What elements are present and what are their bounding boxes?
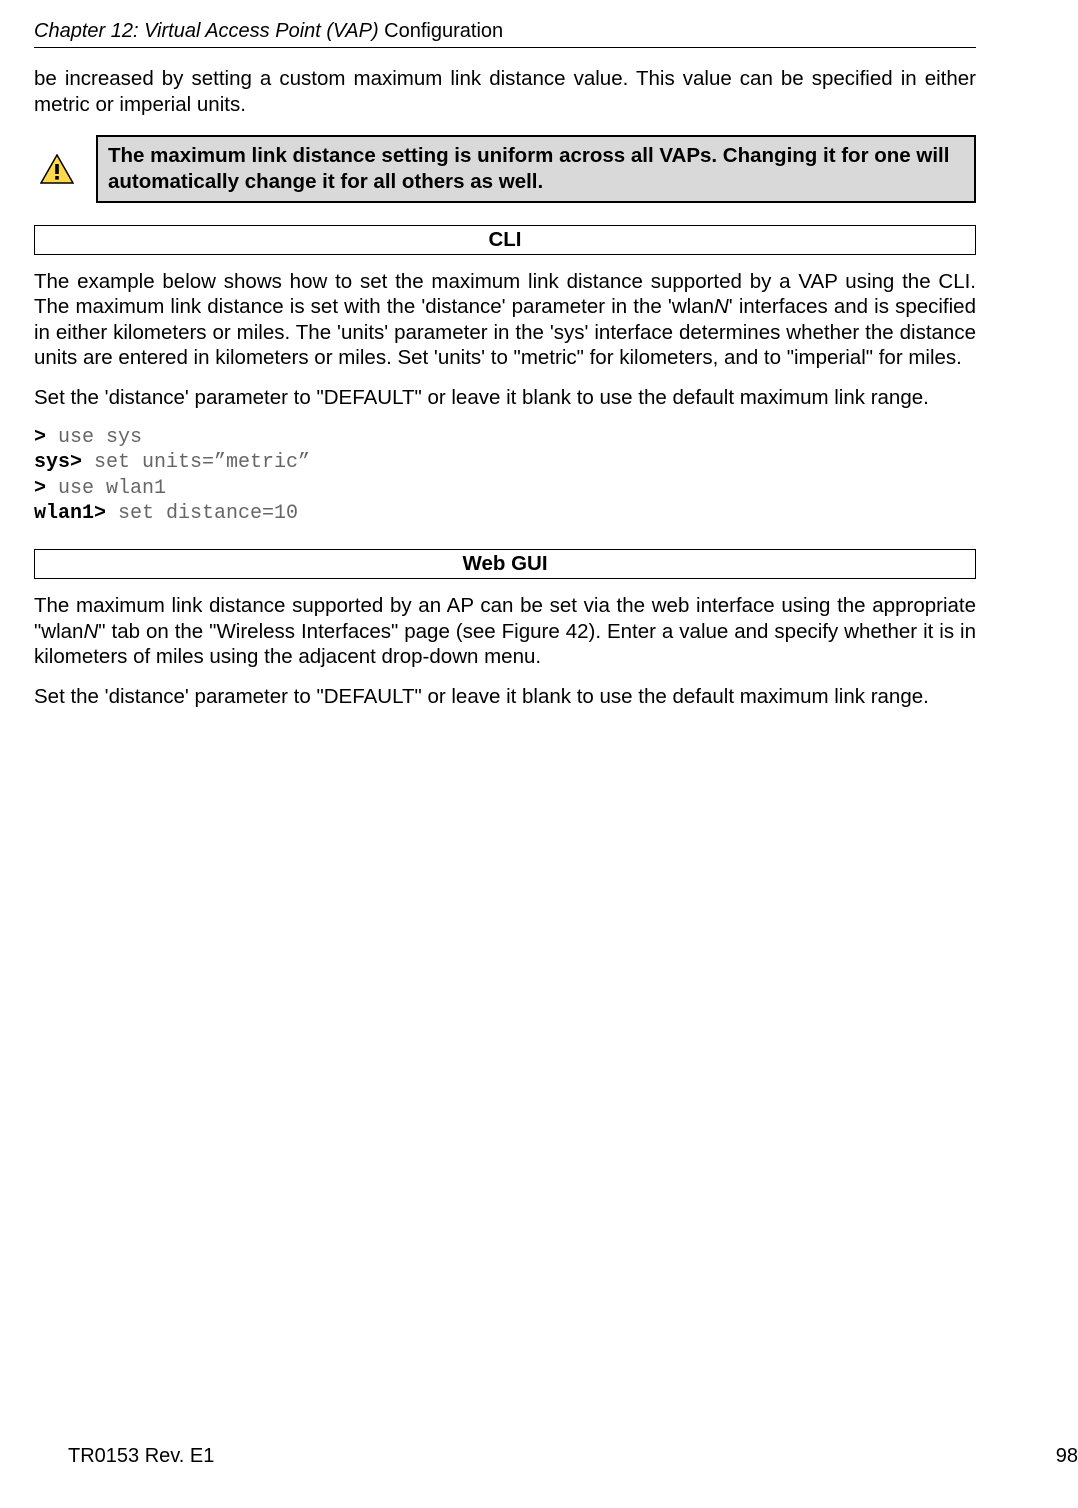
page-header: Chapter 12: Virtual Access Point (VAP) C… [34, 20, 976, 48]
webgui-section-heading: Web GUI [34, 549, 976, 579]
cli-line-4: wlan1> set distance=10 [34, 501, 976, 527]
chapter-title-normal: Configuration [384, 20, 503, 42]
cli-command: set units=”metric” [94, 451, 310, 474]
cli-paragraph-1: The example below shows how to set the m… [34, 269, 976, 372]
cli-prompt: > [34, 477, 58, 500]
page-container: Chapter 12: Virtual Access Point (VAP) C… [34, 20, 976, 1488]
webgui-p1-b: " tab on the "Wireless Interfaces" page … [34, 620, 976, 669]
webgui-paragraph-1: The maximum link distance supported by a… [34, 593, 976, 670]
cli-section-heading: CLI [34, 225, 976, 255]
cli-command: use wlan1 [58, 477, 166, 500]
cli-prompt: > [34, 426, 58, 449]
cli-command: use sys [58, 426, 142, 449]
cli-p1-n: N [714, 295, 729, 318]
cli-paragraph-2: Set the 'distance' parameter to "DEFAULT… [34, 385, 976, 411]
warning-icon [34, 154, 80, 184]
page-footer: TR0153 Rev. E1 98 [68, 1445, 1078, 1468]
webgui-paragraph-2: Set the 'distance' parameter to "DEFAULT… [34, 684, 976, 710]
intro-paragraph: be increased by setting a custom maximum… [34, 66, 976, 117]
cli-line-3: > use wlan1 [34, 476, 976, 502]
chapter-title-italic: Chapter 12: Virtual Access Point (VAP) [34, 20, 384, 42]
cli-prompt: sys> [34, 451, 94, 474]
doc-revision: TR0153 Rev. E1 [68, 1445, 214, 1468]
webgui-p1-n: N [83, 620, 98, 643]
warning-text: The maximum link distance setting is uni… [96, 135, 976, 202]
cli-line-1: > use sys [34, 425, 976, 451]
cli-line-2: sys> set units=”metric” [34, 450, 976, 476]
cli-prompt: wlan1> [34, 502, 118, 525]
page-number: 98 [1056, 1445, 1078, 1468]
warning-callout: The maximum link distance setting is uni… [34, 135, 976, 202]
cli-code-block: > use sys sys> set units=”metric” > use … [34, 425, 976, 527]
cli-command: set distance=10 [118, 502, 298, 525]
